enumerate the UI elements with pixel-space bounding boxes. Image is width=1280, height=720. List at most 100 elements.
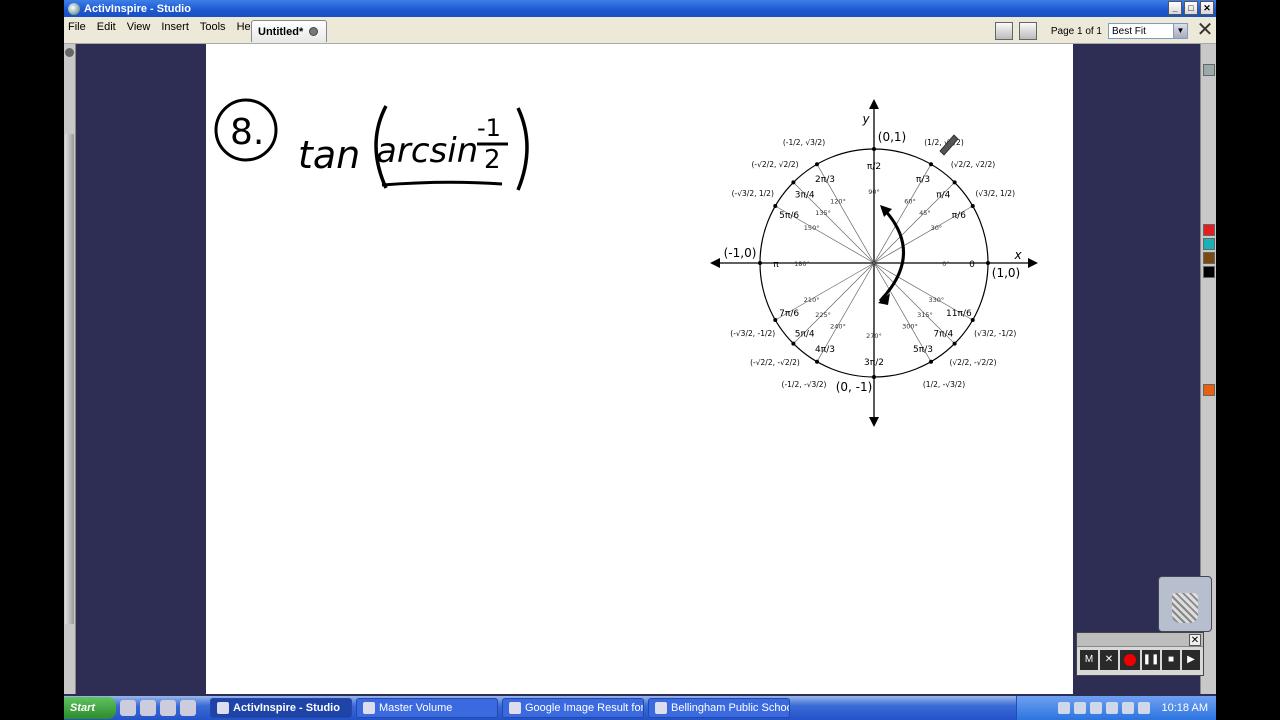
- teal-color-swatch[interactable]: [1203, 238, 1215, 250]
- menu-tools[interactable]: Tools: [200, 21, 226, 33]
- task-bellingham[interactable]: Bellingham Public Schools ...: [648, 698, 790, 718]
- y-axis-label: y: [861, 112, 870, 126]
- recorder-header[interactable]: ✕: [1077, 633, 1203, 647]
- coordinate-label: (-1/2, -√3/2): [782, 380, 827, 389]
- minimize-button[interactable]: _: [1168, 1, 1182, 15]
- tab-close-icon[interactable]: [309, 27, 319, 36]
- x-axis-arrow-left-icon: [710, 258, 720, 268]
- coordinate-label: (1/2, -√3/2): [923, 380, 965, 389]
- document-tab-label: Untitled*: [258, 25, 304, 38]
- menu-file[interactable]: File: [68, 21, 86, 33]
- recorder-record-button[interactable]: [1120, 650, 1140, 670]
- tray-app-icon[interactable]: [1121, 702, 1134, 714]
- point-top-label: (0,1): [878, 130, 906, 144]
- degree-label: 240°: [830, 322, 846, 330]
- angle-point: [952, 341, 957, 346]
- document-tab[interactable]: Untitled*: [251, 20, 327, 42]
- quicklaunch-help-icon[interactable]: [160, 700, 176, 716]
- radian-label: π: [773, 260, 779, 270]
- window-title: ActivInspire - Studio: [84, 2, 191, 15]
- recorder-cancel-button[interactable]: ✕: [1100, 650, 1118, 670]
- task-activinspire[interactable]: ActivInspire - Studio: [210, 698, 352, 718]
- orange-tool-icon[interactable]: [1203, 384, 1215, 396]
- window-controls: _ □ ✕: [1168, 1, 1214, 15]
- angle-point: [952, 180, 957, 185]
- radian-label: 5π/4: [795, 329, 815, 339]
- menu-insert[interactable]: Insert: [161, 21, 189, 33]
- coordinate-label: (√3/2, 1/2): [975, 189, 1015, 198]
- desktop-screen: ActivInspire - Studio _ □ ✕ File Edit Vi…: [64, 0, 1216, 720]
- y-axis-arrow-down-icon: [869, 417, 879, 427]
- radian-label: 7π/6: [779, 309, 799, 319]
- trash-can[interactable]: [1158, 576, 1212, 632]
- radian-label: 5π/3: [913, 345, 933, 355]
- tray-network-icon[interactable]: [1057, 702, 1070, 714]
- angle-point: [773, 204, 778, 208]
- left-toolbox-rail: [64, 44, 76, 694]
- quicklaunch-media-icon[interactable]: [180, 700, 196, 716]
- degree-label: 60°: [904, 198, 916, 206]
- task-label: ActivInspire - Studio: [233, 702, 340, 714]
- canvas-drawing: 8. tan arcsin -1 2 0° 30°45°60° 90° 120° 135…: [214, 98, 1038, 427]
- tray-app2-icon[interactable]: [1137, 702, 1150, 714]
- tray-activ-icon[interactable]: [1105, 702, 1118, 714]
- radian-label: 3π/4: [795, 191, 815, 201]
- tool-chip-icon[interactable]: [1203, 64, 1215, 76]
- page-view-icon[interactable]: [994, 22, 1013, 40]
- ie-task-icon: [655, 702, 667, 714]
- degree-label: 120°: [830, 198, 846, 206]
- start-button[interactable]: Start: [64, 697, 116, 719]
- rail-knob-icon[interactable]: [65, 48, 74, 57]
- radian-label: 3π/2: [864, 358, 884, 368]
- expression-inner: arcsin: [376, 131, 478, 171]
- black-color-swatch[interactable]: [1203, 266, 1215, 278]
- radian-label: π/3: [916, 175, 930, 185]
- chevron-down-icon[interactable]: ▼: [1173, 24, 1187, 38]
- rail-grip[interactable]: [65, 134, 74, 624]
- x-axis-arrow-right-icon: [1028, 258, 1038, 268]
- maximize-button[interactable]: □: [1184, 1, 1198, 15]
- red-color-swatch[interactable]: [1203, 224, 1215, 236]
- radian-label: 2π/3: [815, 175, 835, 185]
- degree-label: 90°: [868, 188, 880, 196]
- task-master-volume[interactable]: Master Volume: [356, 698, 498, 718]
- quicklaunch-explorer-icon[interactable]: [140, 700, 156, 716]
- coordinate-label: (-√3/2, -1/2): [730, 329, 775, 338]
- close-button[interactable]: ✕: [1200, 1, 1214, 15]
- angle-point: [929, 162, 933, 167]
- recorder-stop-button[interactable]: ■: [1162, 650, 1180, 670]
- recorder-close-icon[interactable]: ✕: [1189, 634, 1201, 646]
- page-browser-icon[interactable]: [1018, 22, 1037, 40]
- coordinate-label: (√2/2, -√2/2): [949, 358, 996, 367]
- menu-edit[interactable]: Edit: [97, 21, 116, 33]
- task-label: Bellingham Public Schools ...: [671, 702, 789, 714]
- degree-label: 315°: [917, 311, 933, 319]
- recorder-pause-button[interactable]: ❚❚: [1142, 650, 1160, 670]
- quicklaunch-ie-icon[interactable]: [120, 700, 136, 716]
- ie-task-icon: [509, 702, 521, 714]
- angle-point: [815, 359, 819, 364]
- y-axis-arrow-up-icon: [869, 99, 879, 109]
- fullscreen-close-icon[interactable]: ✕: [1194, 20, 1216, 42]
- recorder-widget: ✕ M ✕ ❚❚ ■ ▶: [1076, 632, 1204, 676]
- expression-denominator: 2: [484, 145, 501, 175]
- zoom-select[interactable]: Best Fit ▼: [1108, 23, 1188, 39]
- problem-number-text: 8.: [230, 112, 264, 153]
- degree-label: 300°: [902, 322, 918, 330]
- task-google-image[interactable]: Google Image Result for ...: [502, 698, 644, 718]
- recorder-play-button[interactable]: ▶: [1182, 650, 1200, 670]
- flipchart-canvas[interactable]: 8. tan arcsin -1 2 0° 30° 45° 60° 90° 120° 135…: [206, 44, 1073, 694]
- tray-security-icon[interactable]: [1073, 702, 1086, 714]
- radian-label: 7π/4: [933, 329, 953, 339]
- menu-view[interactable]: View: [127, 21, 151, 33]
- menu-bar: File Edit View Insert Tools Help Untitle…: [64, 17, 1216, 44]
- radian-label: 5π/6: [779, 211, 799, 221]
- trash-icon: [1172, 593, 1198, 623]
- brown-color-swatch[interactable]: [1203, 252, 1215, 264]
- recorder-mute-button[interactable]: M: [1080, 650, 1098, 670]
- tray-volume-icon[interactable]: [1089, 702, 1102, 714]
- coordinate-label: (-√3/2, 1/2): [732, 189, 774, 198]
- task-label: Master Volume: [379, 702, 453, 714]
- angle-point: [773, 318, 778, 322]
- angle-point: [970, 204, 975, 208]
